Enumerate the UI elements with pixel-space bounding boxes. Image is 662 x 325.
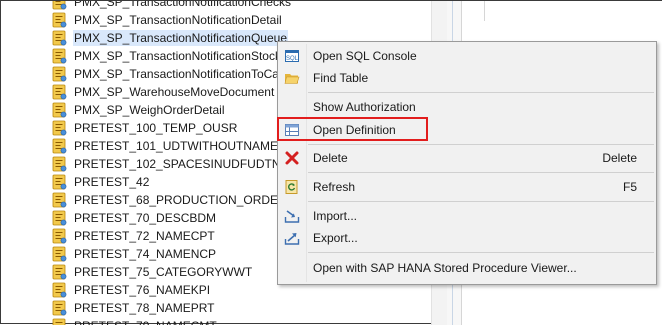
tree-item[interactable]: PRETEST_100_TEMP_OUSR: [51, 119, 238, 137]
stored-procedure-icon: [51, 30, 67, 46]
tree-item-label: PRETEST_72_NAMECPT: [74, 229, 215, 243]
menu-item-find-table[interactable]: Find Table: [278, 67, 656, 89]
menu-item-open-definition[interactable]: Open Definition: [278, 119, 656, 141]
tree-item[interactable]: PRETEST_76_NAMEKPI: [51, 281, 211, 299]
menu-item-export[interactable]: Export...: [278, 227, 656, 249]
stored-procedure-icon: [51, 156, 67, 172]
tree-item-label: PRETEST_70_DESCBDM: [74, 211, 217, 225]
definition-table-icon: [284, 122, 300, 138]
tree-item-label: PRETEST_102_SPACESINUDFUDTNAME: [74, 157, 307, 171]
stored-procedure-icon: [51, 138, 67, 154]
tree-item[interactable]: PRETEST_68_PRODUCTION_ORDER: [51, 191, 288, 209]
tree-item-label: PRETEST_42: [74, 175, 150, 189]
folder-open-icon: [284, 70, 300, 86]
tree-item-label: PMX_SP_TransactionNotificationQueue: [73, 30, 288, 46]
stored-procedure-icon: [51, 66, 67, 82]
stored-procedure-icon: [51, 264, 67, 280]
tree-item-label: PRETEST_100_TEMP_OUSR: [74, 121, 238, 135]
menu-item-open-sql-console[interactable]: SQL Open SQL Console: [278, 45, 656, 67]
stored-procedure-icon: [51, 282, 67, 298]
tree-item-label: PMX_SP_TransactionNotificationDetail: [74, 13, 282, 27]
menu-shortcut-refresh: F5: [622, 180, 637, 194]
svg-text:SQL: SQL: [286, 56, 299, 62]
menu-label-refresh: Refresh: [313, 180, 356, 194]
stored-procedure-icon: [51, 192, 67, 208]
tree-item[interactable]: PRETEST_74_NAMENCP: [51, 245, 217, 263]
stored-procedure-icon: [51, 120, 67, 136]
tree-item[interactable]: PMX_SP_TransactionNotificationQueue: [51, 29, 288, 47]
tree-item-label: PMX_SP_TransactionNotificationChecks: [74, 1, 291, 9]
tree-item[interactable]: PRETEST_70_DESCBDM: [51, 209, 217, 227]
tree-item-label: PRETEST_78_NAMEPRT: [74, 301, 215, 315]
tree-item[interactable]: PMX_SP_TransactionNotificationStock: [51, 47, 282, 65]
tree-item[interactable]: PRETEST_101_UDTWITHOUTNAMEEXIS: [51, 137, 306, 155]
menu-label-find-table: Find Table: [313, 71, 369, 85]
menu-label-export: Export...: [313, 231, 358, 245]
stored-procedure-icon: [51, 84, 67, 100]
menu-item-show-authorization[interactable]: Show Authorization: [278, 96, 656, 118]
menu-item-refresh[interactable]: Refresh F5: [278, 176, 656, 198]
tree-item-label: PMX_SP_TransactionNotificationStock: [74, 49, 281, 63]
tree-item[interactable]: PMX_SP_TransactionNotificationToCal: [51, 65, 283, 83]
stored-procedure-icon: [51, 210, 67, 226]
tree-item[interactable]: PRETEST_78_NAMEPRT: [51, 299, 216, 317]
sql-console-icon: SQL: [284, 48, 300, 64]
tree-item-label: PMX_SP_WeighOrderDetail: [74, 103, 225, 117]
tree-item[interactable]: PMX_SP_TransactionNotificationDetail: [51, 11, 283, 29]
stored-procedure-icon: [51, 174, 67, 190]
stored-procedure-icon: [51, 300, 67, 316]
tree-item[interactable]: PRETEST_102_SPACESINUDFUDTNAME: [51, 155, 308, 173]
stored-procedure-icon: [51, 12, 67, 28]
context-menu: SQL Open SQL Console Find Table Show Aut…: [277, 41, 657, 285]
tree-item[interactable]: PRETEST_42: [51, 173, 150, 191]
menu-label-open-with-viewer: Open with SAP HANA Stored Procedure View…: [313, 261, 577, 275]
tree-item-label: PRETEST_74_NAMENCP: [74, 247, 217, 261]
menu-item-import[interactable]: Import...: [278, 205, 656, 227]
tree-item-label: PRETEST_75_CATEGORYWWT: [74, 265, 253, 279]
stored-procedure-icon: [51, 246, 67, 262]
import-icon: [284, 208, 300, 224]
window-frame: PMX_SP_TransactionNotificationChecks PMX_…: [0, 0, 662, 325]
tree-item-label: PRETEST_101_UDTWITHOUTNAMEEXIS: [74, 139, 306, 153]
tree-item[interactable]: PMX_SP_TransactionNotificationChecks: [51, 1, 292, 11]
export-icon: [284, 230, 300, 246]
menu-label-open-definition: Open Definition: [313, 123, 396, 137]
menu-label-delete: Delete: [313, 151, 348, 165]
menu-shortcut-delete: Delete: [602, 151, 637, 165]
tree-item[interactable]: PMX_SP_WeighOrderDetail: [51, 101, 226, 119]
menu-item-delete[interactable]: Delete Delete: [278, 147, 656, 169]
red-x-delete-icon: [284, 150, 300, 166]
tree-item[interactable]: PMX_SP_WarehouseMoveDocument: [51, 83, 275, 101]
menu-item-open-with-viewer[interactable]: Open with SAP HANA Stored Procedure View…: [278, 257, 656, 279]
tree-item[interactable]: PRETEST_72_NAMECPT: [51, 227, 216, 245]
stored-procedure-icon: [51, 48, 67, 64]
menu-label-import: Import...: [313, 209, 358, 223]
menu-label-show-authorization: Show Authorization: [313, 100, 416, 114]
tree-item-label: PMX_SP_TransactionNotificationToCal: [74, 67, 282, 81]
stored-procedure-icon: [51, 228, 67, 244]
tree-item-label: PRETEST_76_NAMEKPI: [74, 283, 211, 297]
tree-item-label: PRETEST_68_PRODUCTION_ORDER: [74, 193, 287, 207]
tree-item-label: PMX_SP_WarehouseMoveDocument: [74, 85, 275, 99]
refresh-icon: [284, 179, 300, 195]
stored-procedure-icon: [51, 1, 67, 10]
tree-item[interactable]: PRETEST_75_CATEGORYWWT: [51, 263, 253, 281]
menu-label-open-sql-console: Open SQL Console: [313, 49, 417, 63]
stored-procedure-icon: [51, 102, 67, 118]
